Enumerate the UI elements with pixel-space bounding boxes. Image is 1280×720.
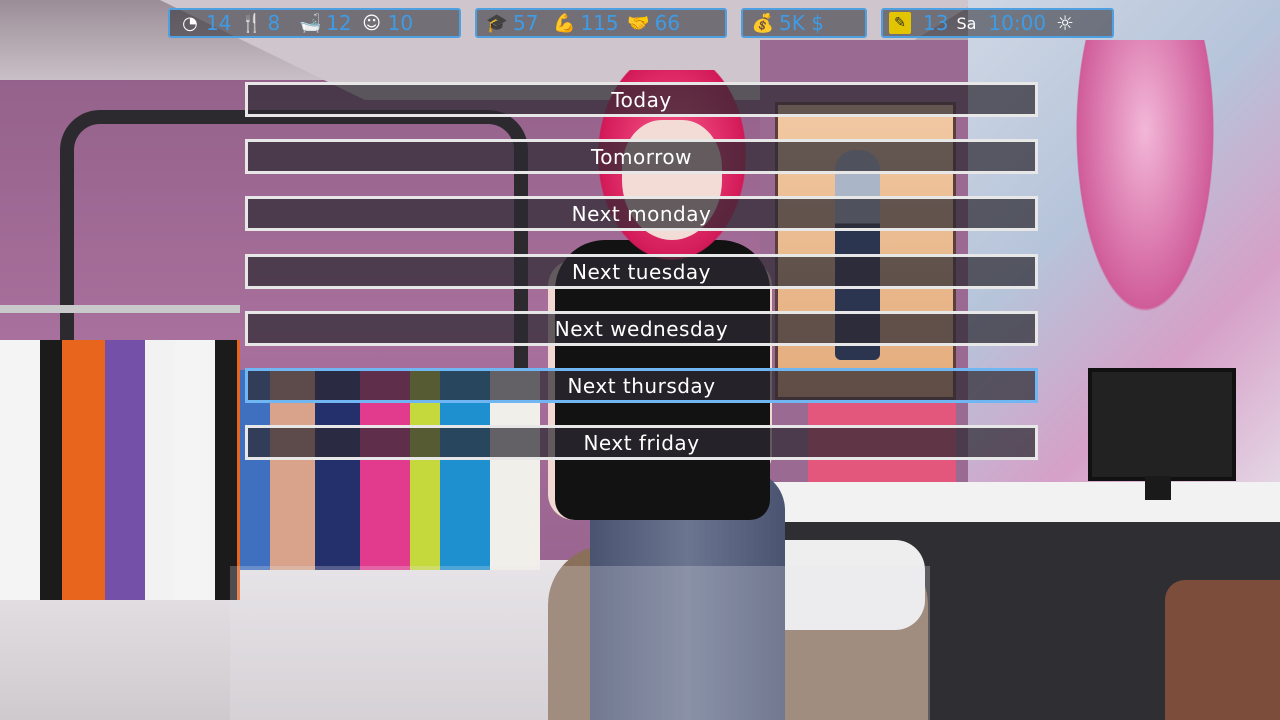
option-next-monday[interactable]: Next monday bbox=[245, 196, 1038, 231]
bathtub-icon: 🛁 bbox=[298, 12, 322, 34]
energy-value: 14 bbox=[206, 11, 232, 35]
money-bag-icon: 💰 bbox=[751, 12, 775, 34]
poster-portrait bbox=[1065, 40, 1225, 340]
clock-time: 10:00 bbox=[988, 11, 1047, 35]
option-next-wednesday[interactable]: Next wednesday bbox=[245, 311, 1038, 346]
intelligence-stat[interactable]: 🎓 57 bbox=[485, 11, 539, 35]
theater-mask-icon: ☺ bbox=[362, 12, 382, 34]
dialog-area-tint bbox=[230, 566, 930, 720]
hunger-value: 8 bbox=[267, 11, 281, 35]
option-today[interactable]: Today bbox=[245, 82, 1038, 117]
skills-stats-panel: 🎓 57 💪 115 🤝 66 bbox=[475, 8, 727, 38]
armchair bbox=[1165, 580, 1280, 720]
clothing-rail bbox=[0, 305, 240, 313]
hunger-stat[interactable]: 🍴 8 bbox=[239, 11, 280, 35]
fork-knife-icon: 🍴 bbox=[240, 12, 263, 34]
money-panel[interactable]: 💰 5K $ bbox=[741, 8, 867, 38]
hygiene-value: 12 bbox=[326, 11, 352, 35]
money-stat: 💰 5K $ bbox=[751, 11, 824, 35]
option-next-friday[interactable]: Next friday bbox=[245, 425, 1038, 460]
option-next-tuesday[interactable]: Next tuesday bbox=[245, 254, 1038, 289]
money-value: 5K $ bbox=[779, 11, 824, 35]
weekday-label: Sa bbox=[956, 13, 977, 33]
hygiene-stat[interactable]: 🛁 12 bbox=[298, 11, 352, 35]
charisma-value: 66 bbox=[654, 11, 681, 35]
fitness-value: 115 bbox=[580, 11, 619, 35]
graduation-cap-icon: 🎓 bbox=[485, 12, 509, 34]
mood-stat[interactable]: ☺ 10 bbox=[360, 11, 413, 35]
hanging-clothes-front bbox=[0, 340, 240, 600]
handshake-icon: 🤝 bbox=[627, 12, 650, 34]
energy-gauge-icon: ◔ bbox=[182, 12, 198, 34]
monitor-stand bbox=[1145, 476, 1171, 500]
fitness-stat[interactable]: 💪 115 bbox=[552, 11, 618, 35]
option-tomorrow[interactable]: Tomorrow bbox=[245, 139, 1038, 174]
day-number: 13 bbox=[923, 11, 949, 35]
calendar-panel: ✎ 13 Sa 10:00 ☼ bbox=[881, 8, 1114, 38]
sun-icon[interactable]: ☼ bbox=[1056, 11, 1074, 35]
note-icon[interactable]: ✎ bbox=[889, 12, 911, 34]
needs-stats-panel: ◔ 14 🍴 8 🛁 12 ☺ 10 bbox=[168, 8, 461, 38]
mood-value: 10 bbox=[387, 11, 414, 35]
flexed-arm-icon: 💪 bbox=[553, 12, 576, 34]
option-next-thursday[interactable]: Next thursday bbox=[245, 368, 1038, 403]
energy-stat[interactable]: ◔ 14 bbox=[178, 11, 231, 35]
intelligence-value: 57 bbox=[513, 11, 539, 35]
computer-monitor bbox=[1088, 368, 1236, 481]
charisma-stat[interactable]: 🤝 66 bbox=[627, 11, 680, 35]
